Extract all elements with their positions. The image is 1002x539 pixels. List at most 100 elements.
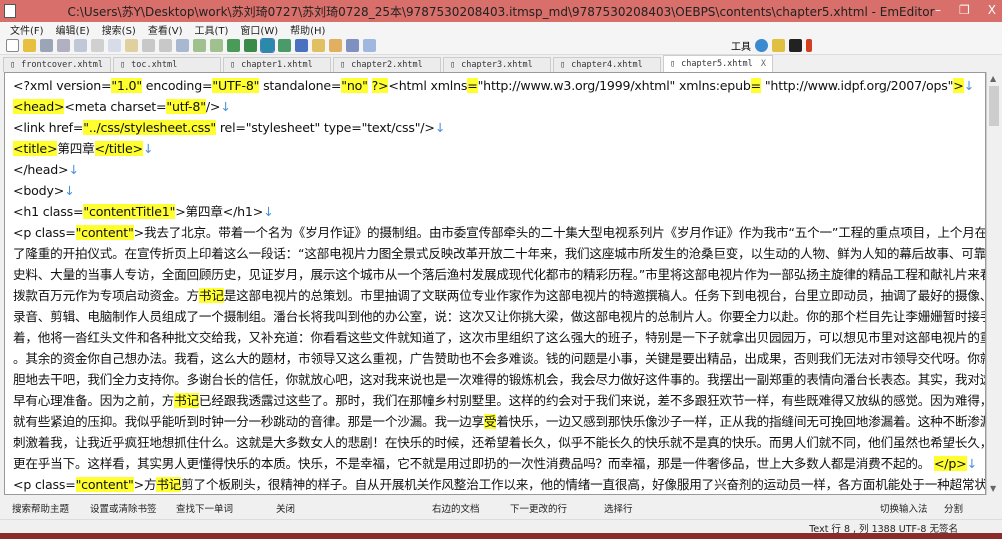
status-bar: Text 行 8 , 列 1388 UTF-8 无签名 (0, 519, 1002, 535)
text-segment: >我去了北京。带着一个名为《岁月作证》的摄制组。由市委宣传部牵头的二十集大型电视… (133, 225, 985, 240)
fkey-bookmark[interactable]: 设置或清除书签 (90, 501, 157, 515)
restore-button[interactable]: ❐ (959, 3, 970, 17)
copy-icon[interactable] (108, 39, 121, 52)
menu-edit[interactable]: 编辑(E) (56, 22, 90, 37)
fkey-select-line[interactable]: 选择行 (604, 501, 633, 515)
title-bar: C:\Users\苏Y\Desktop\work\苏刘琦0727\苏刘琦0728… (0, 0, 1002, 22)
find-icon[interactable] (176, 39, 189, 52)
text-segment: >第四章</h1> (175, 204, 264, 219)
fkey-split[interactable]: 分割 (944, 501, 963, 515)
menu-search[interactable]: 搜索(S) (102, 22, 136, 37)
vertical-scrollbar[interactable]: ▲ ▼ (986, 72, 1000, 495)
highlighted-text: "content" (75, 477, 134, 492)
menu-file[interactable]: 文件(F) (10, 22, 44, 37)
text-line: 更在乎当下。这样看，其实男人更懂得快乐的本质。快乐，不是幸福，它不就是用过即扔的… (13, 453, 985, 474)
paste-icon[interactable] (125, 39, 138, 52)
redo-icon[interactable] (159, 39, 172, 52)
macro-run-icon[interactable] (329, 39, 342, 52)
toolbar: 工具 (0, 37, 1002, 55)
undo-icon[interactable] (142, 39, 155, 52)
scroll-thumb[interactable] (989, 86, 999, 126)
newline-mark-icon: ↓ (434, 120, 446, 135)
highlighted-text: = (467, 78, 478, 93)
highlighted-text: </p> (933, 456, 967, 471)
newline-mark-icon: ↓ (68, 162, 79, 177)
cmd-icon[interactable] (789, 39, 802, 52)
open-folder-icon[interactable] (23, 39, 36, 52)
view-icon[interactable] (227, 39, 240, 52)
tab-toc[interactable]: ▯ toc.xhtml (113, 57, 221, 72)
config-icon[interactable] (295, 39, 308, 52)
tab-label: frontcover.xhtml (21, 60, 104, 70)
find-next-icon[interactable] (193, 39, 206, 52)
highlighted-text: = (750, 78, 762, 93)
highlighted-text: ?> (371, 78, 389, 93)
text-segment (368, 78, 372, 93)
save-icon[interactable] (40, 39, 53, 52)
tab-close-button[interactable]: X (761, 59, 766, 69)
macro-icon[interactable] (312, 39, 325, 52)
menu-window[interactable]: 窗口(W) (240, 22, 278, 37)
fkey-right-document[interactable]: 右边的文档 (432, 501, 480, 515)
menu-help[interactable]: 帮助(H) (290, 22, 325, 37)
menu-tools[interactable]: 工具(T) (195, 22, 229, 37)
cut-icon[interactable] (91, 39, 104, 52)
close-button[interactable]: X (988, 3, 996, 17)
tab-chapter3[interactable]: ▯ chapter3.xhtml (443, 57, 551, 72)
fkey-close[interactable]: 关闭 (276, 501, 295, 515)
text-segment: rel="stylesheet" type="text/css"/> (216, 120, 435, 135)
text-line: <link href="../css/stylesheet.css" rel="… (13, 117, 985, 138)
pin-icon[interactable] (363, 39, 376, 52)
tab-label: chapter3.xhtml (461, 60, 533, 70)
menu-bar: 文件(F) 编辑(E) 搜索(S) 查看(V) 工具(T) 窗口(W) 帮助(H… (0, 22, 1002, 37)
browser-icon[interactable] (755, 39, 768, 52)
text-segment: 了隆重的开拍仪式。在宣传折页上印着这么一段话：“这部电视片力图全景式反映改革开放… (13, 246, 985, 261)
new-file-icon[interactable] (6, 39, 19, 52)
text-segment: 录音、剪辑、电脑制作人员组成了一个摄制组。潘台长将我叫到他的办公室，说：这次又让… (13, 309, 985, 324)
scroll-up-icon[interactable]: ▲ (990, 74, 996, 83)
tab-frontcover[interactable]: ▯ frontcover.xhtml (3, 57, 111, 72)
text-segment: <p class= (13, 477, 76, 492)
menu-view[interactable]: 查看(V) (148, 22, 183, 37)
text-segment: xmlns:epub (675, 78, 751, 93)
highlighted-text: 书记 (198, 288, 224, 303)
text-segment: standalone= (259, 78, 342, 93)
tab-chapter5[interactable]: ▯ chapter5.xhtml X (663, 55, 773, 72)
fkey-search-help[interactable]: 搜索帮助主题 (12, 501, 69, 515)
print-icon[interactable] (57, 39, 70, 52)
wrap-page-icon[interactable] (278, 39, 291, 52)
highlighted-text: 受 (483, 414, 497, 429)
text-segment: <p class= (13, 225, 76, 240)
wrap-icon[interactable] (244, 39, 257, 52)
newline-mark-icon: ↓ (963, 78, 975, 93)
tab-chapter4[interactable]: ▯ chapter4.xhtml (553, 57, 661, 72)
print-preview-icon[interactable] (74, 39, 87, 52)
find-prev-icon[interactable] (210, 39, 223, 52)
text-line: 录音、剪辑、电脑制作人员组成了一个摄制组。潘台长将我叫到他的办公室，说：这次又让… (13, 306, 985, 327)
text-segment: 已经跟我透露过这些了。那时，我们在那幢乡村别墅里。这样的约会对于我们来说，差不多… (198, 393, 985, 408)
tool-icon[interactable] (806, 39, 812, 52)
fkey-toggle-ime[interactable]: 切换输入法 (880, 501, 928, 515)
fkey-next-changed-line[interactable]: 下一更改的行 (510, 501, 567, 515)
text-segment: 。其余的资金你自己想办法。我看，这么大的题材，市领导又这么重视，广告赞助也不会多… (13, 351, 985, 366)
text-editor[interactable]: <?xml version="1.0" encoding="UTF-8" sta… (4, 72, 986, 495)
text-line: <?xml version="1.0" encoding="UTF-8" sta… (13, 75, 985, 96)
text-segment: <?xml version= (13, 78, 112, 93)
highlighted-text: "1.0" (111, 78, 142, 93)
plugin-icon[interactable] (346, 39, 359, 52)
tools-label: 工具 (731, 42, 751, 53)
scroll-down-icon[interactable]: ▼ (990, 484, 996, 493)
tab-chapter1[interactable]: ▯ chapter1.xhtml (223, 57, 331, 72)
text-segment: encoding= (141, 78, 213, 93)
window-title: C:\Users\苏Y\Desktop\work\苏刘琦0727\苏刘琦0728… (67, 4, 935, 19)
tab-chapter2[interactable]: ▯ chapter2.xhtml (333, 57, 441, 72)
minimize-button[interactable]: – (935, 3, 941, 17)
fkey-find-next-word[interactable]: 查找下一单词 (176, 501, 233, 515)
explorer-icon[interactable] (772, 39, 785, 52)
wrap-window-icon[interactable] (260, 38, 275, 53)
text-segment: <link href= (13, 120, 84, 135)
text-segment: <body> (13, 183, 65, 198)
function-bar: 搜索帮助主题 设置或清除书签 查找下一单词 关闭 右边的文档 下一更改的行 选择… (0, 497, 1002, 519)
text-line: <head><meta charset="utf-8"/>↓ (13, 96, 985, 117)
highlighted-text: </title> (94, 141, 143, 156)
